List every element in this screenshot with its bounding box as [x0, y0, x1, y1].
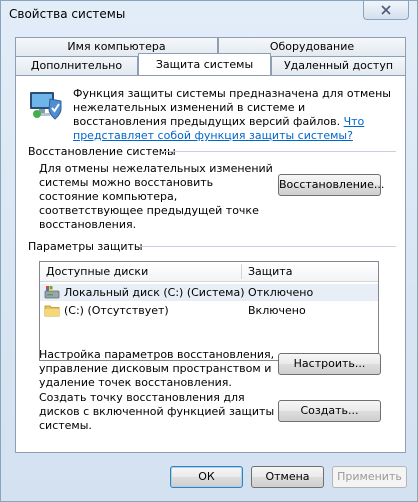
folder-drive-icon — [44, 305, 60, 317]
restore-group-divider — [161, 151, 396, 152]
drives-list-header: Доступные диски Защита — [40, 262, 378, 282]
drives-list[interactable]: Доступные диски Защита Локальный диск (C… — [39, 261, 379, 361]
tab-remote-access[interactable]: Удаленный доступ — [271, 56, 406, 75]
drive-protection-status: Включено — [248, 304, 306, 317]
restore-group-label: Восстановление системы — [28, 145, 176, 158]
intro-text: Функция защиты системы предназначена для… — [73, 87, 393, 143]
system-protection-icon — [30, 92, 62, 120]
system-protection-panel: Функция защиты системы предназначена для… — [15, 75, 406, 453]
cancel-button[interactable]: Отмена — [251, 466, 324, 488]
tab-advanced[interactable]: Дополнительно — [15, 56, 138, 75]
close-button[interactable] — [363, 1, 409, 20]
drive-name: Локальный диск (C:) (Система) — [64, 286, 245, 299]
column-available-drives[interactable]: Доступные диски — [40, 262, 240, 281]
protection-group-label: Параметры защиты — [28, 240, 143, 253]
restore-description: Для отмены нежелательных изменений систе… — [39, 162, 273, 231]
column-protection[interactable]: Защита — [242, 262, 372, 281]
window-title: Свойства системы — [9, 7, 126, 21]
protection-group-divider — [140, 246, 396, 247]
configure-button[interactable]: Настроить... — [278, 353, 381, 375]
system-properties-window: Свойства системы Имя компьютера Оборудов… — [0, 0, 418, 502]
tabs-front-row: Дополнительно Защита системы Удаленный д… — [15, 53, 406, 75]
apply-button[interactable]: Применить — [332, 466, 407, 488]
system-restore-button[interactable]: Восстановление... — [278, 174, 384, 196]
create-button[interactable]: Создать... — [278, 400, 381, 422]
configure-description: Настройка параметров восстановления, упр… — [39, 348, 275, 389]
tab-system-protection[interactable]: Защита системы — [138, 53, 271, 75]
ok-button[interactable]: ОК — [170, 466, 243, 488]
drive-name: (C:) (Отсутствует) — [64, 304, 169, 317]
close-icon — [381, 5, 391, 15]
system-drive-icon — [44, 286, 60, 299]
drive-row[interactable]: (C:) (Отсутствует) Включено — [40, 302, 378, 319]
drive-protection-status: Отключено — [248, 286, 314, 299]
create-description: Создать точку восстановления для дисков … — [39, 391, 275, 432]
drive-row[interactable]: Локальный диск (C:) (Система) Отключено — [40, 284, 378, 301]
